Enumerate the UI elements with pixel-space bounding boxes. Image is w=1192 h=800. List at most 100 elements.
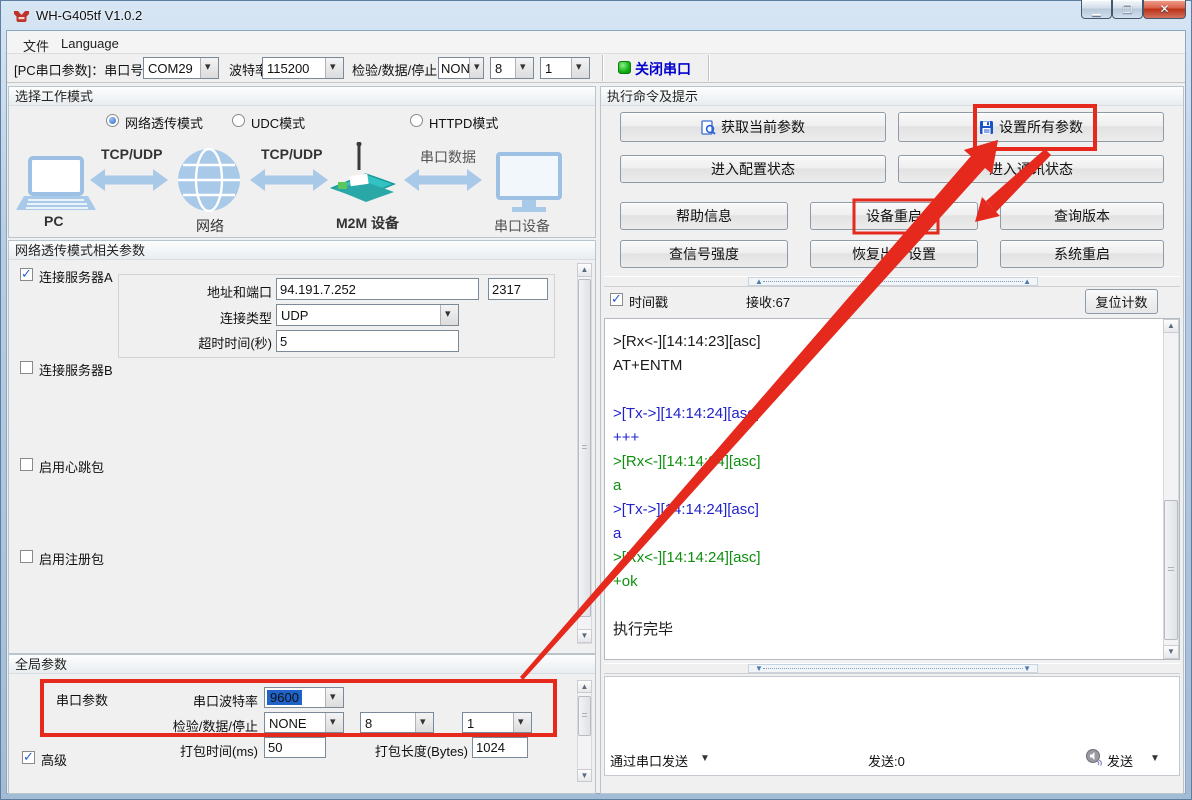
toolbar-separator <box>708 55 710 81</box>
server-b-checkbox[interactable] <box>20 361 33 374</box>
collapse-up-icon[interactable]: ▲ <box>1023 277 1031 286</box>
timestamp-checkbox[interactable] <box>610 293 623 306</box>
link3-label: 串口数据 <box>420 147 476 167</box>
reset-counter-button[interactable]: 复位计数 <box>1085 289 1158 314</box>
chevron-down-icon[interactable] <box>415 713 433 732</box>
log-area[interactable]: >[Rx<-][14:14:23][asc] AT+ENTM >[Tx->][1… <box>604 318 1180 660</box>
pc-serial-params-label: [PC串口参数]：串口号 <box>14 60 143 79</box>
server-a-checkbox[interactable] <box>20 268 33 281</box>
parity-label: 检验/数据/停止 <box>352 60 437 79</box>
enter-comm-button[interactable]: 进入通讯状态 <box>898 155 1164 183</box>
collapse-down-icon[interactable]: ▼ <box>755 664 763 673</box>
advanced-label[interactable]: 高级 <box>41 750 67 769</box>
chevron-down-icon[interactable] <box>440 305 458 325</box>
serial-parity-select[interactable]: NONE <box>264 712 344 733</box>
log-line: a <box>613 474 1179 498</box>
get-params-button[interactable]: 获取当前参数 <box>620 112 886 142</box>
chevron-down-icon[interactable] <box>325 713 343 732</box>
scroll-down-icon[interactable]: ▼ <box>1163 645 1179 659</box>
query-version-button[interactable]: 查询版本 <box>1000 202 1164 230</box>
scroll-up-icon[interactable]: ▲ <box>1163 319 1179 333</box>
scroll-up-icon[interactable]: ▲ <box>577 680 592 693</box>
device-restart-button[interactable]: 设备重启 <box>810 202 978 230</box>
pack-time-input[interactable] <box>264 737 326 758</box>
chevron-down-icon[interactable] <box>200 58 218 78</box>
log-line: +++ <box>613 426 1179 450</box>
m2m-device-icon <box>332 142 394 202</box>
set-params-button[interactable]: 设置所有参数 <box>898 112 1164 142</box>
chevron-down-icon[interactable] <box>571 58 589 78</box>
serial-stopbits-select[interactable]: 1 <box>462 712 532 733</box>
send-splitter[interactable]: ▼ ▼ <box>604 663 1180 674</box>
log-splitter[interactable]: ▲ ▲ <box>604 276 1180 287</box>
serial-params-label: 串口参数 <box>56 690 108 709</box>
advanced-checkbox[interactable] <box>22 751 35 764</box>
serial-baud-select[interactable]: 9600 <box>264 687 344 708</box>
server-address-input[interactable] <box>276 278 479 300</box>
app-logo-icon <box>13 7 30 24</box>
scroll-down-icon[interactable]: ▼ <box>577 629 592 643</box>
heartbeat-checkbox[interactable] <box>20 458 33 471</box>
scroll-up-icon[interactable]: ▲ <box>577 263 592 277</box>
timestamp-label[interactable]: 时间戳 <box>629 292 668 311</box>
global-scrollbar-thumb[interactable] <box>578 696 591 736</box>
send-via-serial-dropdown[interactable]: 通过串口发送 <box>610 751 688 770</box>
chevron-down-icon[interactable]: ▼ <box>1150 753 1160 764</box>
log-line: 执行完毕 <box>613 618 1179 642</box>
timeout-input[interactable] <box>276 330 459 352</box>
minimize-button[interactable]: ▁ <box>1081 0 1112 19</box>
system-restart-button[interactable]: 系统重启 <box>1000 240 1164 268</box>
serial-databits-select[interactable]: 8 <box>360 712 434 733</box>
enter-config-button[interactable]: 进入配置状态 <box>620 155 886 183</box>
chevron-down-icon[interactable] <box>515 58 533 78</box>
stopbits-select[interactable]: 1 <box>540 57 590 79</box>
factory-reset-button[interactable]: 恢复出厂设置 <box>810 240 978 268</box>
chevron-down-icon[interactable] <box>469 58 483 78</box>
conn-type-select[interactable]: UDP <box>276 304 459 326</box>
close-button[interactable]: ✕ <box>1143 0 1186 19</box>
regpack-label[interactable]: 启用注册包 <box>39 549 104 568</box>
radio-httpd-mode[interactable] <box>410 114 423 127</box>
params-scrollbar-thumb[interactable] <box>578 279 591 617</box>
close-port-button[interactable]: 关闭串口 <box>635 59 691 79</box>
help-info-button[interactable]: 帮助信息 <box>620 202 788 230</box>
network-label: 网络 <box>196 216 224 236</box>
server-a-label[interactable]: 连接服务器A <box>39 267 113 286</box>
chevron-down-icon[interactable] <box>325 58 343 78</box>
log-line: >[Rx<-][14:14:24][asc] <box>613 450 1179 474</box>
pack-len-label: 打包长度(Bytes) <box>362 741 468 760</box>
parity-select[interactable]: NONI <box>438 57 484 79</box>
server-port-input[interactable] <box>488 278 548 300</box>
baud-select[interactable]: 115200 <box>262 57 344 79</box>
chevron-down-icon[interactable] <box>325 688 343 707</box>
radio-transparent-mode-label[interactable]: 网络透传模式 <box>125 113 203 132</box>
heartbeat-label[interactable]: 启用心跳包 <box>39 457 104 476</box>
query-signal-button[interactable]: 查信号强度 <box>620 240 788 268</box>
radio-httpd-mode-label[interactable]: HTTPD模式 <box>429 113 498 132</box>
pack-len-input[interactable] <box>472 737 528 758</box>
server-b-label[interactable]: 连接服务器B <box>39 360 113 379</box>
log-line: >[Rx<-][14:14:23][asc] <box>613 330 1179 354</box>
databits-select[interactable]: 8 <box>490 57 534 79</box>
log-line: >[Rx<-][14:14:24][asc] <box>613 546 1179 570</box>
log-line: +ok <box>613 570 1179 594</box>
radio-transparent-mode[interactable] <box>106 114 119 127</box>
regpack-checkbox[interactable] <box>20 550 33 563</box>
title-bar[interactable]: WH-G405tf V1.0.2 ▁ ❐ ✕ <box>0 0 1192 30</box>
serial-device-label: 串口设备 <box>494 216 550 236</box>
send-button[interactable]: 发送 <box>1107 751 1133 770</box>
chevron-down-icon[interactable]: ▼ <box>700 753 710 764</box>
m2m-label: M2M 设备 <box>336 213 399 233</box>
com-port-select[interactable]: COM29 <box>143 57 219 79</box>
collapse-up-icon[interactable]: ▲ <box>755 277 763 286</box>
maximize-button[interactable]: ❐ <box>1112 0 1143 19</box>
chevron-down-icon[interactable] <box>513 713 531 732</box>
monitor-icon <box>498 154 560 212</box>
pc-label: PC <box>44 213 63 229</box>
radio-udc-mode[interactable] <box>232 114 245 127</box>
radio-udc-mode-label[interactable]: UDC模式 <box>251 113 305 132</box>
menu-language[interactable]: Language <box>55 34 125 53</box>
scroll-down-icon[interactable]: ▼ <box>577 769 592 782</box>
log-scrollbar-thumb[interactable] <box>1164 500 1178 640</box>
collapse-down-icon[interactable]: ▼ <box>1023 664 1031 673</box>
